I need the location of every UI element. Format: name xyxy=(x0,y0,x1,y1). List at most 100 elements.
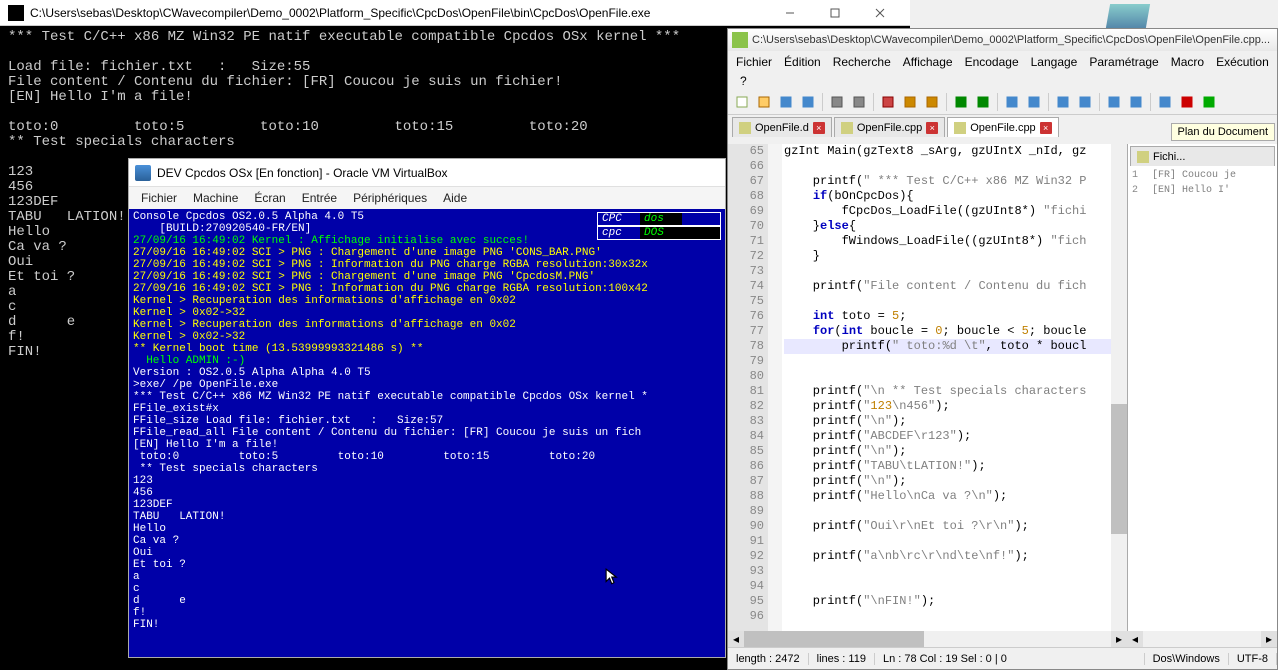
code-line[interactable] xyxy=(784,264,1111,279)
tab-0[interactable]: OpenFile.d × xyxy=(732,117,832,137)
menu-fichier[interactable]: Fichier xyxy=(730,53,778,71)
vm-menu-écran[interactable]: Écran xyxy=(246,189,293,207)
code-line[interactable]: printf("\nFIN!"); xyxy=(784,594,1111,609)
open-file-icon[interactable] xyxy=(754,92,774,112)
code-line[interactable]: printf("\n ** Test specials characters xyxy=(784,384,1111,399)
code-line[interactable] xyxy=(784,579,1111,594)
code-line[interactable]: fCpcDos_LoadFile((gzUInt8*) "fichi xyxy=(784,204,1111,219)
tab-close-icon[interactable]: × xyxy=(813,122,825,134)
vertical-scrollbar[interactable] xyxy=(1111,144,1127,647)
hscroll-right-button-2[interactable]: ▸ xyxy=(1261,631,1277,647)
hscroll-right-button[interactable]: ▸ xyxy=(1111,631,1127,647)
code-line[interactable] xyxy=(784,294,1111,309)
menu-encodage[interactable]: Encodage xyxy=(959,53,1025,71)
document-panel: Fichi... 1[FR] Coucou je2[EN] Hello I' xyxy=(1127,144,1277,647)
scroll-thumb[interactable] xyxy=(1111,404,1127,534)
cut-icon[interactable] xyxy=(878,92,898,112)
code-line[interactable]: printf("ABCDEF\r123"); xyxy=(784,429,1111,444)
save-icon[interactable] xyxy=(776,92,796,112)
tab-2[interactable]: OpenFile.cpp× xyxy=(947,117,1058,137)
code-line[interactable]: printf("Oui\r\nEt toi ?\r\n"); xyxy=(784,519,1111,534)
replace-icon[interactable] xyxy=(1024,92,1044,112)
code-line[interactable]: printf("\n"); xyxy=(784,474,1111,489)
code-line[interactable]: int toto = 5; xyxy=(784,309,1111,324)
doc-panel-tooltip: Plan du Document xyxy=(1171,123,1276,141)
tab-1[interactable]: OpenFile.cpp× xyxy=(834,117,945,137)
code-line[interactable]: printf("\n"); xyxy=(784,414,1111,429)
code-line[interactable]: }else{ xyxy=(784,219,1111,234)
doc-line[interactable]: 1[FR] Coucou je xyxy=(1128,168,1277,183)
code-line[interactable]: } xyxy=(784,249,1111,264)
vm-menu-périphériques[interactable]: Périphériques xyxy=(345,189,435,207)
print-now-icon[interactable] xyxy=(849,92,869,112)
console-titlebar: C:\Users\sebas\Desktop\CWavecompiler\Dem… xyxy=(0,0,910,26)
tab-label: OpenFile.d xyxy=(755,122,809,134)
hscroll-left-button-2[interactable]: ◂ xyxy=(1127,631,1143,647)
hscroll-left-button[interactable]: ◂ xyxy=(728,631,744,647)
code-line[interactable] xyxy=(784,504,1111,519)
menu-recherche[interactable]: Recherche xyxy=(827,53,897,71)
ws-icon[interactable] xyxy=(1126,92,1146,112)
menu-édition[interactable]: Édition xyxy=(778,53,827,71)
cpc-indicator: CPC dos cpc DOS xyxy=(597,212,721,240)
code-line[interactable]: printf(" *** Test C/C++ x86 MZ Win32 P xyxy=(784,174,1111,189)
menu-affichage[interactable]: Affichage xyxy=(897,53,959,71)
code-line[interactable]: printf(" toto:%d \t", toto * boucl xyxy=(784,339,1111,354)
code-line[interactable] xyxy=(784,354,1111,369)
code-line[interactable]: if(bOnCpcDos){ xyxy=(784,189,1111,204)
code-line[interactable] xyxy=(784,369,1111,384)
menu-exécution[interactable]: Exécution xyxy=(1210,53,1275,71)
vm-menu-machine[interactable]: Machine xyxy=(185,189,246,207)
desktop-recycle-bin-icon[interactable] xyxy=(1106,4,1150,28)
code-text[interactable]: gzInt Main(gzText8 _sArg, gzUIntX _nId, … xyxy=(782,144,1111,647)
code-line[interactable]: printf("\n"); xyxy=(784,444,1111,459)
undo-icon[interactable] xyxy=(951,92,971,112)
close-button[interactable] xyxy=(857,2,902,24)
menu-paramétrage[interactable]: Paramétrage xyxy=(1083,53,1164,71)
menu-macro[interactable]: Macro xyxy=(1165,53,1210,71)
minimize-button[interactable] xyxy=(767,2,812,24)
code-line[interactable]: printf("a\nb\rc\r\nd\te\nf!"); xyxy=(784,549,1111,564)
code-line[interactable]: printf("TABU\tLATION!"); xyxy=(784,459,1111,474)
code-line[interactable] xyxy=(784,159,1111,174)
vm-menu-entrée[interactable]: Entrée xyxy=(294,189,345,207)
doc-line[interactable]: 2[EN] Hello I' xyxy=(1128,183,1277,198)
zoom-in-icon[interactable] xyxy=(1053,92,1073,112)
maximize-button[interactable] xyxy=(812,2,857,24)
line-gutter: 65 66 67 68 69 70 71 72 73 74 75 76 77 7… xyxy=(728,144,768,647)
new-file-icon[interactable] xyxy=(732,92,752,112)
paste-icon[interactable] xyxy=(922,92,942,112)
code-area[interactable]: 65 66 67 68 69 70 71 72 73 74 75 76 77 7… xyxy=(728,144,1127,647)
code-line[interactable]: printf("Hello\nCa va ?\n"); xyxy=(784,489,1111,504)
code-line[interactable] xyxy=(784,564,1111,579)
code-line[interactable]: fWindows_LoadFile((gzUInt8*) "fich xyxy=(784,234,1111,249)
zoom-out-icon[interactable] xyxy=(1075,92,1095,112)
code-line[interactable] xyxy=(784,609,1111,624)
hscroll-thumb[interactable] xyxy=(744,631,924,647)
wrap-icon[interactable] xyxy=(1104,92,1124,112)
vm-menu-aide[interactable]: Aide xyxy=(435,189,475,207)
tab-close-icon[interactable]: × xyxy=(926,122,938,134)
code-line[interactable]: gzInt Main(gzText8 _sArg, gzUIntX _nId, … xyxy=(784,144,1111,159)
record-icon[interactable] xyxy=(1177,92,1197,112)
copy-icon[interactable] xyxy=(900,92,920,112)
tab-close-icon[interactable]: × xyxy=(1040,122,1052,134)
menu-help[interactable]: ? xyxy=(734,72,753,90)
editor-menubar: FichierÉditionRechercheAffichageEncodage… xyxy=(728,51,1277,73)
doc-panel-file-tab[interactable]: Fichi... xyxy=(1130,146,1275,166)
menu-langage[interactable]: Langage xyxy=(1025,53,1084,71)
code-line[interactable]: printf("File content / Contenu du fich xyxy=(784,279,1111,294)
code-line[interactable]: printf("123\n456"); xyxy=(784,399,1111,414)
redo-icon[interactable] xyxy=(973,92,993,112)
print-icon[interactable] xyxy=(827,92,847,112)
fold-gutter[interactable] xyxy=(768,144,782,647)
play-icon[interactable] xyxy=(1199,92,1219,112)
indent-icon[interactable] xyxy=(1155,92,1175,112)
vm-menu-fichier[interactable]: Fichier xyxy=(133,189,185,207)
horizontal-scrollbar[interactable]: ◂ ▸ ◂ ▸ xyxy=(728,631,1277,647)
code-line[interactable]: for(int boucle = 0; boucle < 5; boucle xyxy=(784,324,1111,339)
vm-guest-screen[interactable]: Console Cpcdos OS2.0.5 Alpha 4.0 T5 [BUI… xyxy=(129,209,725,657)
find-icon[interactable] xyxy=(1002,92,1022,112)
code-line[interactable] xyxy=(784,534,1111,549)
save-all-icon[interactable] xyxy=(798,92,818,112)
